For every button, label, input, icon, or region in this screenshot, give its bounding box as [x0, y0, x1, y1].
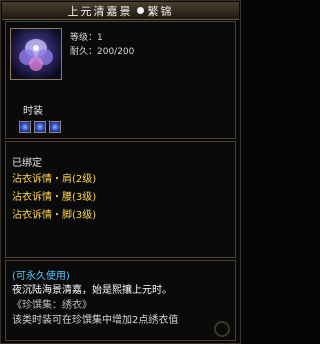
item-description: 夜沉陆海景清嘉，始是熙攘上元时。	[12, 285, 172, 296]
item-title-bar: 上元清嘉景 繁锦	[2, 2, 239, 20]
blue-gem-icon[interactable]	[19, 121, 31, 133]
gem-slots	[19, 121, 61, 133]
blue-gem-icon[interactable]	[49, 121, 61, 133]
item-type: 时装	[23, 106, 43, 117]
set-part-waist: 沾衣诉情・腰(3级)	[12, 192, 97, 203]
watermark-logo	[214, 321, 230, 337]
usable-duration: (可永久使用)	[12, 271, 70, 282]
flower-costume-icon[interactable]	[10, 28, 62, 80]
item-set-panel: 已绑定 沾衣诉情・肩(2级) 沾衣诉情・腰(3级) 沾衣诉情・脚(3级)	[5, 141, 236, 258]
bound-status: 已绑定	[12, 158, 42, 169]
item-durability: 耐久：200/200	[70, 47, 135, 57]
dot-icon	[136, 7, 144, 14]
collection-note: 该类时装可在珍馔集中增加2点绣衣值	[12, 315, 179, 326]
item-title-sub: 繁锦	[147, 4, 174, 18]
item-level: 等级：1	[70, 33, 103, 43]
blue-gem-icon[interactable]	[34, 121, 46, 133]
collection-tag: 《珍馔集：绣衣》	[12, 300, 92, 311]
item-header-panel: 等级：1 耐久：200/200 时装	[5, 21, 236, 139]
set-part-shoulder: 沾衣诉情・肩(2级)	[12, 174, 97, 185]
item-title-main: 上元清嘉景	[67, 4, 133, 18]
item-tooltip: 上元清嘉景 繁锦 等级：1 耐久：200/200 时装 已绑定 沾衣诉情・肩(2…	[0, 0, 241, 344]
set-part-feet: 沾衣诉情・脚(3级)	[12, 210, 97, 221]
item-description-panel: (可永久使用) 夜沉陆海景清嘉，始是熙攘上元时。 《珍馔集：绣衣》 该类时装可在…	[5, 260, 236, 341]
